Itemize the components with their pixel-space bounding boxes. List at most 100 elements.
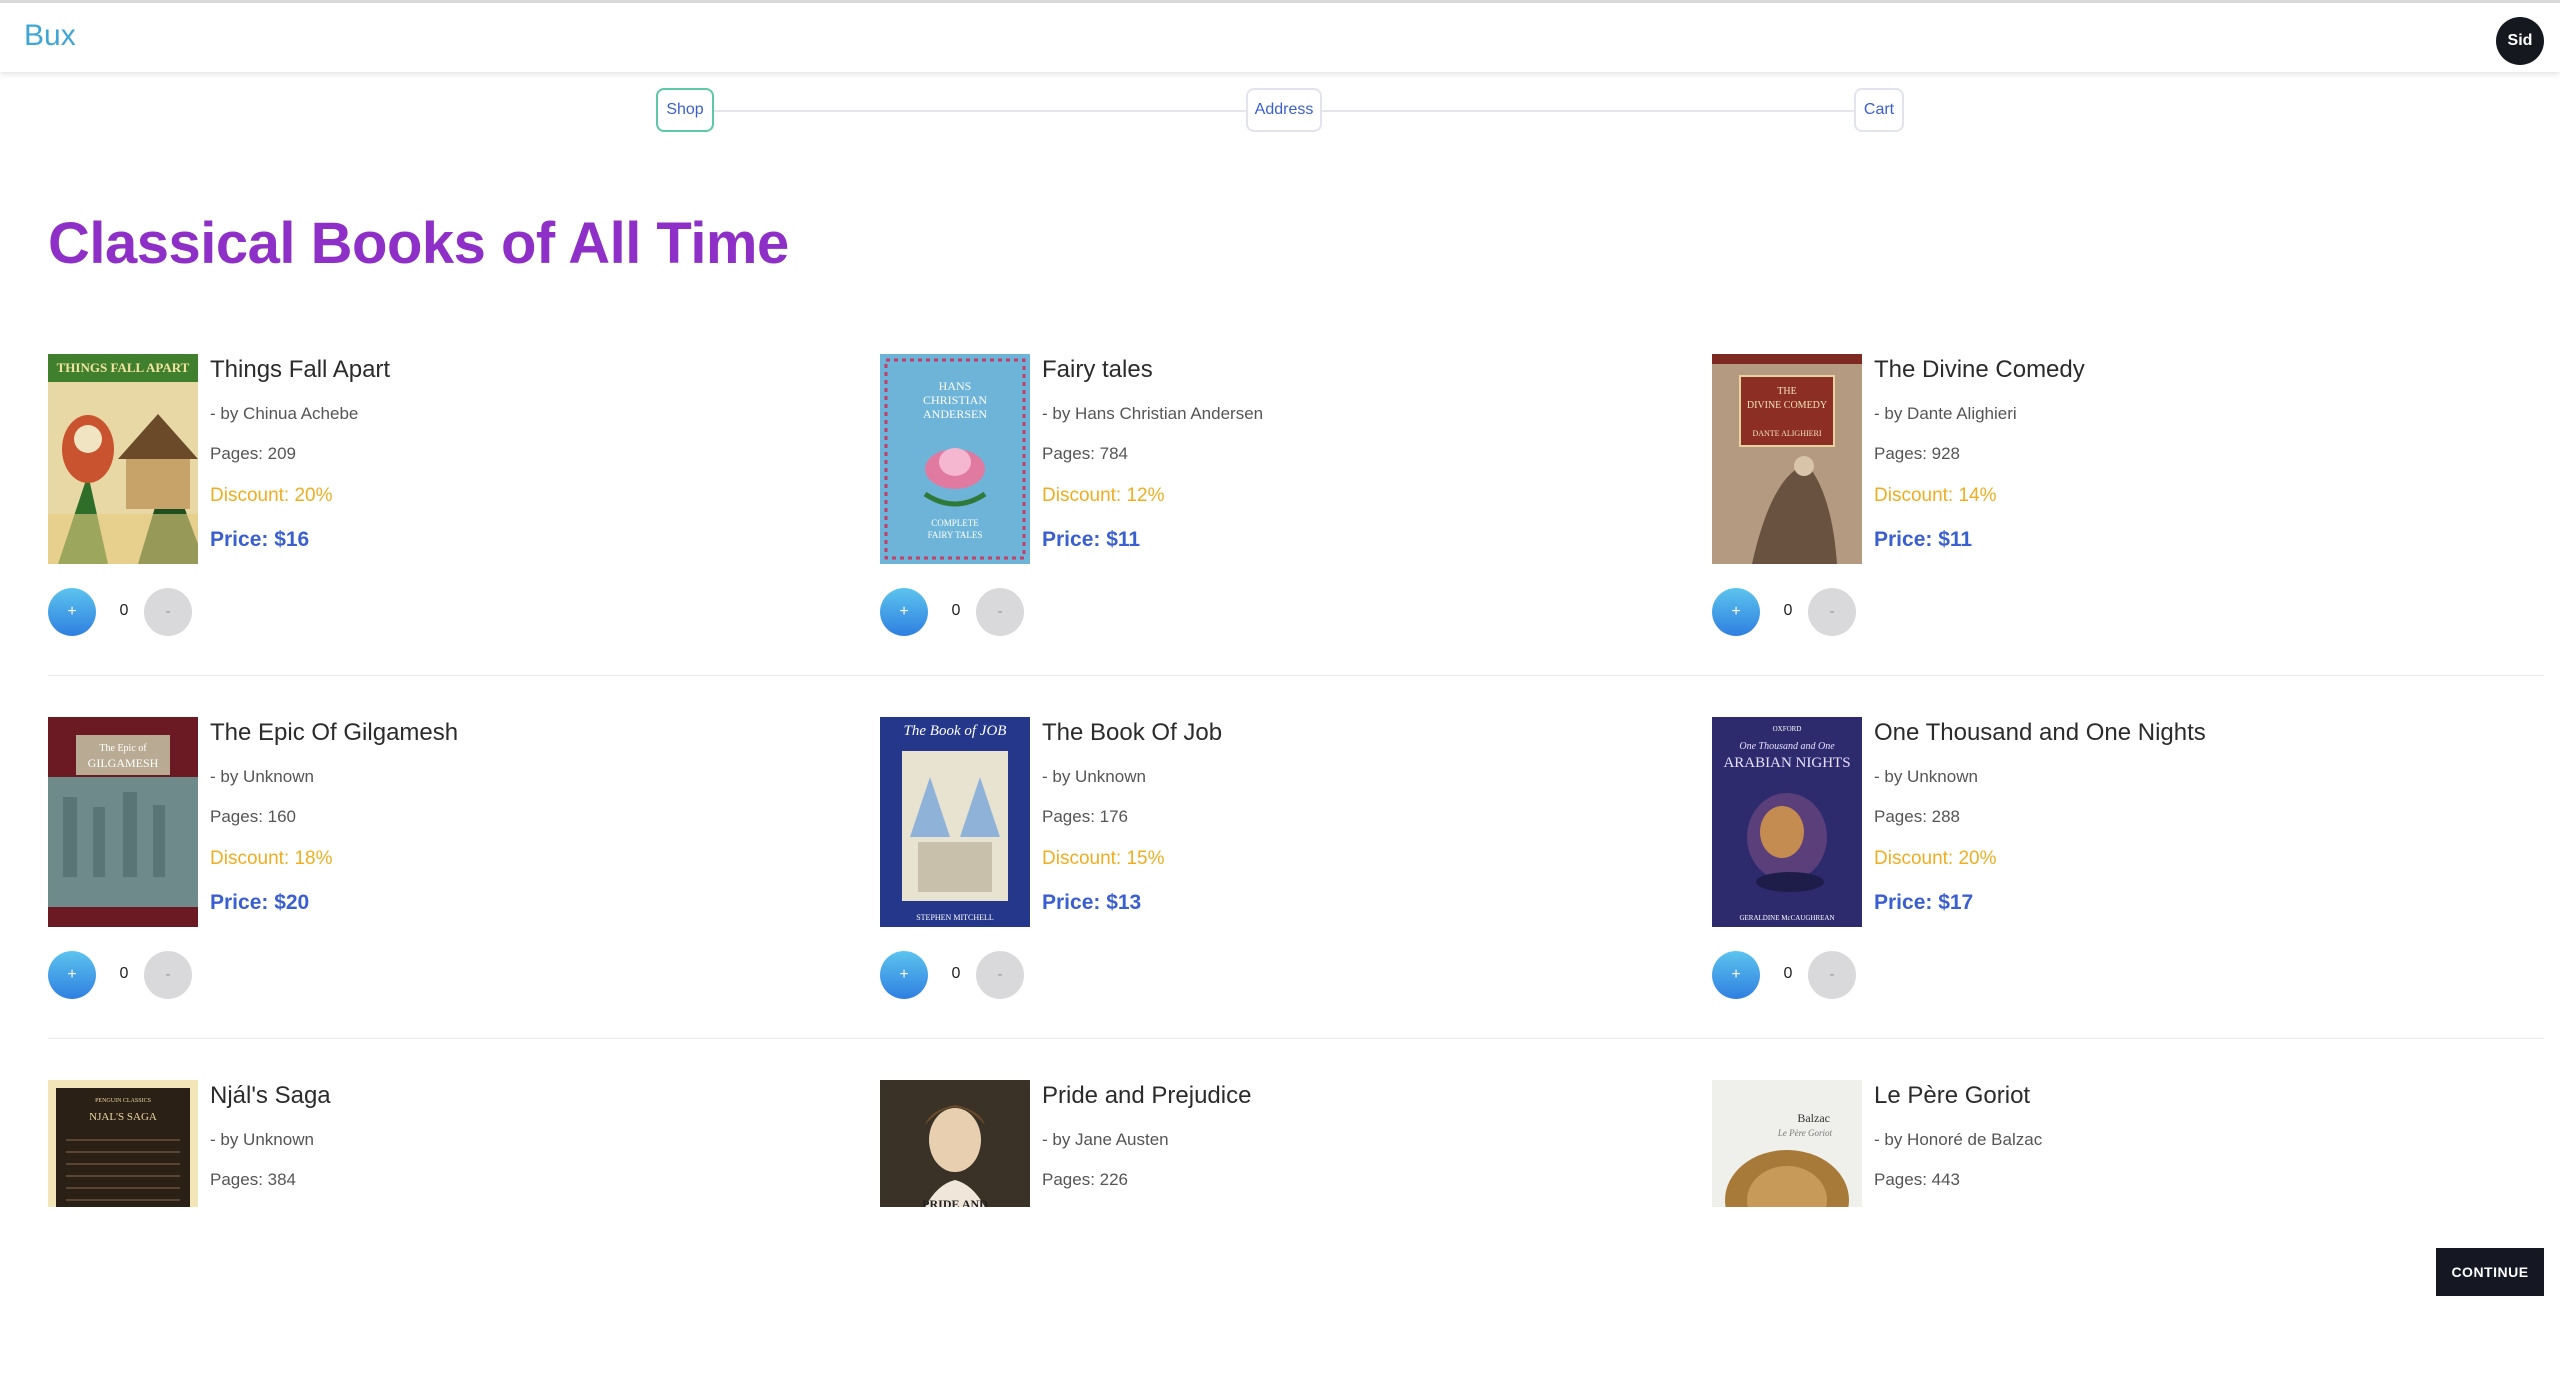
- book-card: THE DIVINE COMEDY DANTE ALIGHIERI The Di…: [1712, 352, 2512, 682]
- step-address[interactable]: Address: [1246, 88, 1322, 132]
- svg-text:COMPLETE: COMPLETE: [931, 518, 979, 528]
- book-author: - by Chinua Achebe: [210, 404, 359, 423]
- book-pages: Pages: 226: [1042, 1170, 1129, 1189]
- svg-text:PENGUIN CLASSICS: PENGUIN CLASSICS: [95, 1098, 151, 1104]
- decrement-button[interactable]: -: [144, 588, 192, 636]
- quantity-value: 0: [951, 602, 961, 619]
- book-title: Pride and Prejudice: [1042, 1082, 1252, 1109]
- increment-button[interactable]: +: [880, 951, 928, 999]
- book-author: - by Unknown: [210, 767, 314, 786]
- increment-button[interactable]: +: [48, 951, 96, 999]
- svg-text:THE: THE: [1777, 386, 1796, 397]
- avatar[interactable]: Sid: [2496, 17, 2544, 65]
- book-author: - by Hans Christian Andersen: [1042, 404, 1264, 423]
- stepper-connector: [714, 110, 1246, 112]
- book-pages: Pages: 176: [1042, 807, 1129, 826]
- decrement-button[interactable]: -: [1808, 951, 1856, 999]
- book-pages: Pages: 443: [1874, 1170, 1961, 1189]
- book-discount: Discount: 18%: [210, 848, 333, 869]
- book-title: Le Père Goriot: [1874, 1082, 2031, 1109]
- svg-text:The Book of JOB: The Book of JOB: [904, 723, 1007, 739]
- book-cover-image: The Book of JOB STEPHEN MITCHELL: [880, 717, 1030, 927]
- svg-text:GERALDINE McCAUGHREAN: GERALDINE McCAUGHREAN: [1739, 914, 1834, 922]
- quantity-value: 0: [951, 965, 961, 982]
- svg-text:One Thousand and One: One Thousand and One: [1739, 741, 1835, 752]
- book-title: The Divine Comedy: [1874, 356, 2085, 383]
- book-pages: Pages: 160: [210, 807, 297, 826]
- increment-button[interactable]: +: [880, 588, 928, 636]
- svg-text:FAIRY TALES: FAIRY TALES: [928, 530, 983, 540]
- stepper-connector: [1322, 110, 1854, 112]
- page-title: Classical Books of All Time: [48, 211, 789, 276]
- book-cover-image: PRIDE AND: [880, 1080, 1030, 1207]
- book-author: - by Unknown: [1042, 767, 1146, 786]
- quantity-value: 0: [119, 965, 129, 982]
- decrement-button[interactable]: -: [976, 951, 1024, 999]
- svg-text:Le Père Goriot: Le Père Goriot: [1777, 1128, 1833, 1138]
- book-pages: Pages: 209: [210, 444, 297, 463]
- book-cover-image: THINGS FALL APART: [48, 354, 198, 564]
- svg-text:DANTE ALIGHIERI: DANTE ALIGHIERI: [1752, 429, 1821, 438]
- book-card: The Book of JOB STEPHEN MITCHELL The Boo…: [880, 715, 1680, 1045]
- book-card: Balzac Le Père Goriot Le Père Goriot - b…: [1712, 1078, 2512, 1207]
- book-price: Price: $11: [1042, 528, 1141, 551]
- step-cart[interactable]: Cart: [1854, 88, 1904, 132]
- book-pages: Pages: 784: [1042, 444, 1129, 463]
- book-card: OXFORD One Thousand and One ARABIAN NIGH…: [1712, 715, 2512, 1045]
- book-cover-image: The Epic of GILGAMESH: [48, 717, 198, 927]
- book-title: The Book Of Job: [1042, 719, 1223, 746]
- book-price: Price: $11: [1874, 528, 1973, 551]
- svg-text:OXFORD: OXFORD: [1773, 725, 1802, 733]
- continue-button[interactable]: CONTINUE: [2436, 1248, 2544, 1296]
- book-cover-image: PENGUIN CLASSICS NJAL'S SAGA: [48, 1080, 198, 1207]
- book-pages: Pages: 384: [210, 1170, 297, 1189]
- svg-text:THINGS FALL APART: THINGS FALL APART: [57, 360, 190, 375]
- book-title: Njál's Saga: [210, 1082, 331, 1109]
- book-title: Things Fall Apart: [210, 356, 391, 383]
- book-discount: Discount: 14%: [1874, 485, 1997, 506]
- book-pages: Pages: 288: [1874, 807, 1961, 826]
- book-pages: Pages: 928: [1874, 444, 1961, 463]
- svg-text:DIVINE COMEDY: DIVINE COMEDY: [1747, 400, 1827, 411]
- book-discount: Discount: 20%: [210, 485, 333, 506]
- quantity-value: 0: [1783, 602, 1793, 619]
- increment-button[interactable]: +: [1712, 588, 1760, 636]
- increment-button[interactable]: +: [48, 588, 96, 636]
- book-cover-image: HANS CHRISTIAN ANDERSEN COMPLETE FAIRY T…: [880, 354, 1030, 564]
- book-discount: Discount: 20%: [1874, 848, 1997, 869]
- book-card: PRIDE AND Pride and Prejudice - by Jane …: [880, 1078, 1680, 1207]
- svg-text:ANDERSEN: ANDERSEN: [923, 407, 987, 421]
- row-divider: [48, 1038, 2544, 1039]
- increment-button[interactable]: +: [1712, 951, 1760, 999]
- book-title: The Epic Of Gilgamesh: [210, 719, 459, 746]
- book-author: - by Honoré de Balzac: [1874, 1130, 2043, 1149]
- book-price: Price: $20: [210, 891, 310, 914]
- svg-text:STEPHEN MITCHELL: STEPHEN MITCHELL: [916, 913, 994, 922]
- decrement-button[interactable]: -: [976, 588, 1024, 636]
- book-price: Price: $16: [210, 528, 310, 551]
- book-cover-image: THE DIVINE COMEDY DANTE ALIGHIERI: [1712, 354, 1862, 564]
- svg-text:The Epic of: The Epic of: [99, 743, 147, 754]
- checkout-stepper: Shop Address Cart: [0, 86, 2560, 136]
- step-shop[interactable]: Shop: [656, 88, 714, 132]
- svg-text:CHRISTIAN: CHRISTIAN: [923, 393, 987, 407]
- svg-text:HANS: HANS: [939, 379, 972, 393]
- book-discount: Discount: 12%: [1042, 485, 1165, 506]
- book-discount: Discount: 15%: [1042, 848, 1165, 869]
- book-card: HANS CHRISTIAN ANDERSEN COMPLETE FAIRY T…: [880, 352, 1680, 682]
- svg-text:NJAL'S SAGA: NJAL'S SAGA: [89, 1111, 157, 1123]
- quantity-value: 0: [119, 602, 129, 619]
- decrement-button[interactable]: -: [144, 951, 192, 999]
- svg-text:GILGAMESH: GILGAMESH: [88, 756, 159, 770]
- book-author: - by Dante Alighieri: [1874, 404, 2017, 423]
- book-author: - by Unknown: [1874, 767, 1978, 786]
- book-cover-image: OXFORD One Thousand and One ARABIAN NIGH…: [1712, 717, 1862, 927]
- book-price: Price: $13: [1042, 891, 1142, 914]
- book-card: PENGUIN CLASSICS NJAL'S SAGA Njál's Saga…: [48, 1078, 848, 1207]
- svg-text:ARABIAN NIGHTS: ARABIAN NIGHTS: [1723, 755, 1850, 771]
- book-card: THINGS FALL APART Things Fall Apart - by…: [48, 352, 848, 682]
- brand-logo-link[interactable]: Bux: [24, 19, 76, 53]
- decrement-button[interactable]: -: [1808, 588, 1856, 636]
- svg-text:PRIDE AND: PRIDE AND: [922, 1197, 988, 1207]
- quantity-value: 0: [1783, 965, 1793, 982]
